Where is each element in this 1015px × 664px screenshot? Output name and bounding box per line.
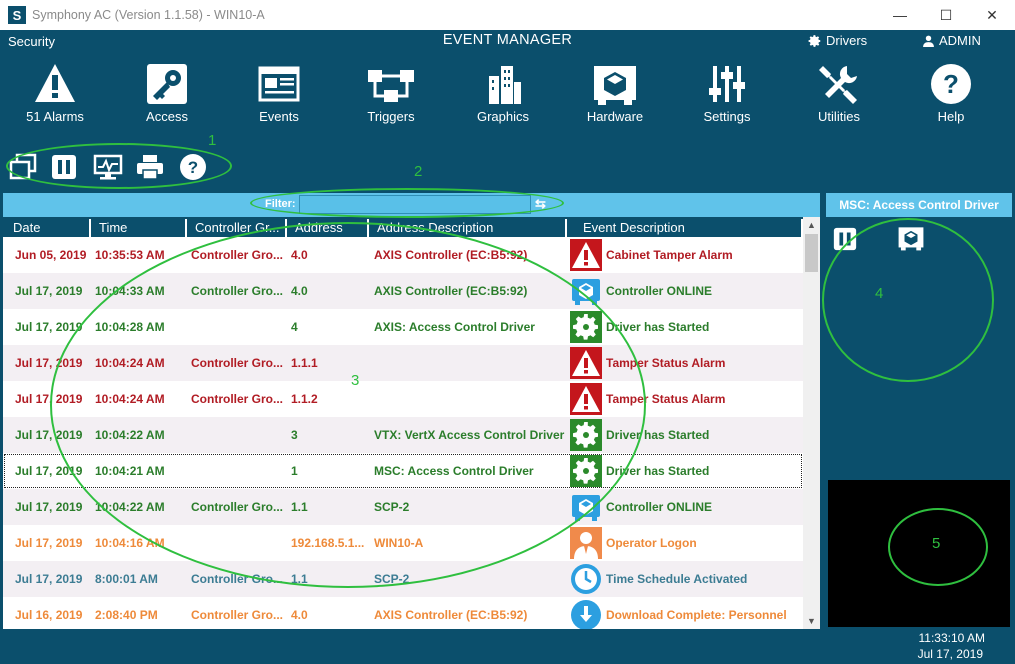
triggers-icon [368, 70, 414, 102]
gear-icon [808, 34, 821, 47]
cell-date: Jul 17, 2019 [15, 572, 83, 586]
annotation-2: 2 [414, 163, 423, 180]
help-button[interactable]: ? Help [901, 62, 1001, 124]
annotation-1: 1 [208, 132, 217, 149]
utilities-label: Utilities [818, 109, 860, 124]
alarm-icon [35, 64, 75, 102]
app-logo-icon: S [8, 6, 26, 24]
annotation-ellipse-1 [6, 143, 232, 189]
graphics-label: Graphics [476, 109, 530, 124]
cell-event-description: Cabinet Tamper Alarm [606, 248, 733, 262]
settings-icon [709, 66, 745, 102]
clock-date: Jul 17, 2019 [917, 647, 983, 661]
settings-label: Settings [703, 109, 751, 124]
cell-date: Jul 17, 2019 [15, 536, 83, 550]
annotation-ellipse-4 [822, 218, 994, 382]
clock-icon [570, 563, 602, 595]
cell-event-description: Download Complete: Personnel [606, 608, 787, 622]
user-icon [923, 35, 934, 47]
table-row[interactable]: Jul 16, 2019 2:08:40 PM Controller Gro... 4… [3, 597, 803, 629]
cell-date: Jun 05, 2019 [15, 248, 87, 262]
cell-event-description: Controller ONLINE [606, 500, 713, 514]
cell-time: 2:08:40 PM [95, 608, 158, 622]
cell-event-description: Driver has Started [606, 464, 710, 478]
cell-address-description: AXIS Controller (EC:B5:92) [374, 608, 528, 622]
alarm-icon [570, 239, 602, 271]
help-label: Help [937, 109, 965, 124]
annotation-ellipse-3 [50, 222, 646, 588]
graphics-icon [489, 66, 521, 104]
access-button[interactable]: Access [117, 62, 217, 124]
close-button[interactable]: ✕ [969, 0, 1015, 30]
utilities-icon [819, 66, 857, 104]
main-toolbar: 51 Alarms Access Events Triggers Graphic… [0, 52, 1015, 127]
utilities-button[interactable]: Utilities [789, 62, 889, 124]
hardware-icon [594, 66, 636, 105]
download-icon [570, 599, 602, 629]
alarms-button[interactable]: 51 Alarms [5, 62, 105, 124]
scroll-down-icon[interactable]: ▼ [807, 616, 816, 626]
drivers-menu[interactable]: Drivers [808, 33, 867, 48]
annotation-5: 5 [932, 535, 941, 552]
events-label: Events [259, 109, 299, 124]
cell-date: Jul 17, 2019 [15, 284, 83, 298]
column-date[interactable]: Date [5, 219, 91, 237]
triggers-button[interactable]: Triggers [341, 62, 441, 124]
graphics-button[interactable]: Graphics [453, 62, 553, 124]
table-scrollbar[interactable]: ▲ ▼ [803, 217, 820, 629]
title-bar: S Symphony AC (Version 1.1.58) - WIN10-A… [0, 0, 1015, 30]
alarms-label: 51 Alarms [26, 109, 84, 124]
cell-time: 8:00:01 AM [95, 572, 158, 586]
minimize-button[interactable]: — [877, 0, 923, 30]
annotation-4: 4 [875, 285, 884, 302]
status-bar: 11:33:10 AM Jul 17, 2019 [0, 629, 1015, 664]
settings-button[interactable]: Settings [677, 62, 777, 124]
column-time[interactable]: Time [91, 219, 187, 237]
events-icon [258, 66, 300, 102]
cell-event-description: Controller ONLINE [606, 284, 713, 298]
cell-controller-group: Controller Gro... [191, 608, 284, 622]
annotation-3: 3 [351, 372, 360, 389]
drivers-label: Drivers [826, 33, 868, 48]
help-icon: ? [931, 64, 971, 104]
maximize-button[interactable]: ☐ [923, 0, 969, 30]
hardware-button[interactable]: Hardware [565, 62, 665, 124]
triggers-label: Triggers [367, 109, 415, 124]
user-label: ADMIN [939, 33, 981, 48]
cell-address: 4.0 [291, 608, 308, 622]
hardware-label: Hardware [586, 109, 644, 124]
driver-panel-title: MSC: Access Control Driver [826, 193, 1012, 217]
menu-strip: Security EVENT MANAGER Drivers ADMIN [0, 30, 1015, 52]
column-event-description[interactable]: Event Description [567, 219, 803, 237]
cell-event-description: Time Schedule Activated [606, 572, 748, 586]
events-button[interactable]: Events [229, 62, 329, 124]
user-menu[interactable]: ADMIN [922, 33, 981, 48]
access-label: Access [146, 109, 188, 124]
svg-text:?: ? [943, 69, 959, 99]
operator-icon [570, 527, 602, 559]
window-title: Symphony AC (Version 1.1.58) - WIN10-A [32, 8, 265, 22]
window-controls: — ☐ ✕ [877, 0, 1015, 30]
annotation-ellipse-2 [250, 188, 564, 218]
cell-date: Jul 17, 2019 [15, 500, 83, 514]
cell-date: Jul 16, 2019 [15, 608, 83, 622]
scroll-up-icon[interactable]: ▲ [807, 220, 816, 230]
clock-time: 11:33:10 AM [918, 631, 986, 645]
cell-event-description: Operator Logon [606, 536, 697, 550]
cell-event-description: Driver has Started [606, 320, 710, 334]
access-icon [147, 64, 187, 104]
scroll-thumb[interactable] [805, 234, 818, 272]
